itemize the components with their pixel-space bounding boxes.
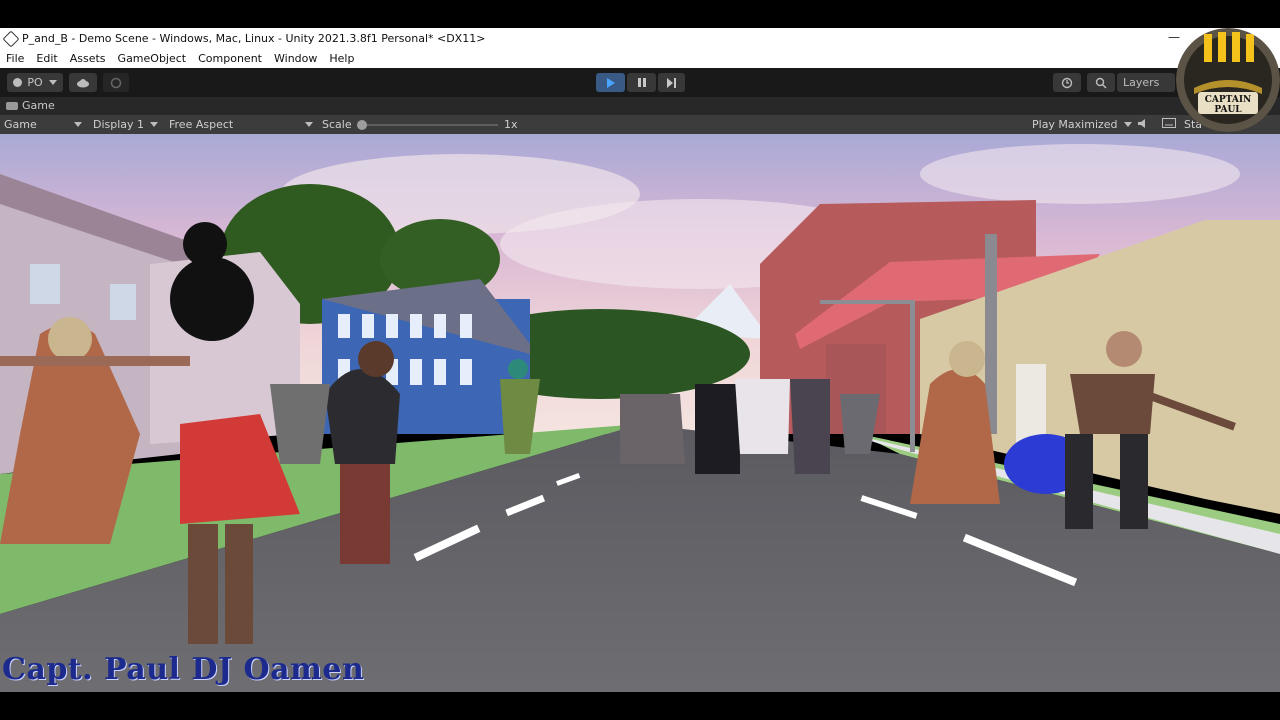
game-viewport[interactable]	[0, 134, 1280, 692]
play-mode-label: Play Maximized	[1032, 118, 1118, 131]
game-view-toolbar: Game Display 1 Free Aspect Scale 1x Play…	[0, 115, 1280, 134]
pause-button[interactable]	[627, 73, 656, 92]
aspect-label: Free Aspect	[169, 118, 234, 131]
chevron-down-icon	[74, 122, 82, 127]
layers-label: Layers	[1123, 76, 1160, 89]
account-icon	[13, 78, 23, 87]
menu-file[interactable]: File	[6, 52, 30, 65]
aspect-dropdown[interactable]: Free Aspect	[169, 118, 313, 131]
chevron-down-icon	[48, 80, 57, 85]
mute-audio-button[interactable]	[1137, 118, 1149, 129]
watermark-text: Capt. Paul DJ Oamen	[2, 652, 365, 687]
play-icon	[606, 77, 615, 88]
menu-edit[interactable]: Edit	[36, 52, 63, 65]
chevron-down-icon	[150, 122, 159, 127]
captain-paul-emblem: CAPTAIN PAUL	[1176, 28, 1280, 132]
step-button[interactable]	[658, 73, 685, 92]
view-mode-label: Game	[4, 118, 37, 131]
chevron-down-icon	[305, 122, 313, 127]
svg-text:CAPTAIN: CAPTAIN	[1205, 95, 1252, 105]
window-titlebar: P_and_B - Demo Scene - Windows, Mac, Lin…	[0, 28, 1280, 49]
letterbox-bottom	[0, 692, 1280, 720]
street-light-pole	[910, 302, 915, 452]
display-label: Display 1	[93, 118, 145, 131]
chevron-down-icon	[1123, 122, 1132, 127]
letterbox-top	[0, 0, 1280, 28]
cloud-button[interactable]	[69, 73, 97, 92]
history-icon	[1061, 77, 1073, 88]
play-button[interactable]	[596, 73, 625, 92]
speaker-icon	[1138, 119, 1145, 128]
minimize-button[interactable]: —	[1168, 30, 1180, 44]
character	[325, 369, 400, 464]
scale-slider-handle[interactable]	[357, 120, 367, 130]
main-toolbar: PO Layers	[0, 68, 1280, 97]
menu-help[interactable]: Help	[329, 52, 360, 65]
menu-window[interactable]: Window	[274, 52, 323, 65]
collab-button[interactable]	[103, 73, 129, 92]
scale-label: Scale	[322, 118, 352, 131]
play-mode-dropdown[interactable]: Play Maximized	[1032, 118, 1132, 131]
keyboard-icon	[1162, 118, 1176, 128]
captain-paul-logo: CAPTAIN PAUL	[1176, 28, 1280, 132]
search-button[interactable]	[1087, 73, 1115, 92]
account-label: PO	[27, 76, 43, 89]
layers-dropdown[interactable]: Layers	[1117, 73, 1175, 92]
menu-component[interactable]: Component	[198, 52, 268, 65]
menu-assets[interactable]: Assets	[70, 52, 112, 65]
window	[30, 264, 60, 304]
svg-text:PAUL: PAUL	[1214, 105, 1242, 115]
scale-slider-track[interactable]	[360, 124, 498, 126]
account-dropdown[interactable]: PO	[7, 73, 63, 92]
cloud-icon	[77, 78, 89, 87]
tab-game[interactable]: Game	[6, 99, 55, 112]
game-camera-icon	[6, 101, 18, 110]
keyboard-shortcuts-button[interactable]	[1162, 118, 1176, 128]
undo-history-button[interactable]	[1053, 73, 1081, 92]
tab-game-label: Game	[22, 99, 55, 112]
tab-row: Game	[0, 97, 1280, 115]
display-dropdown[interactable]: Display 1	[93, 118, 159, 131]
menu-bar: File Edit Assets GameObject Component Wi…	[0, 49, 1280, 68]
street-light-arm	[820, 300, 915, 304]
window-title: P_and_B - Demo Scene - Windows, Mac, Lin…	[22, 32, 486, 45]
window	[110, 284, 136, 320]
search-icon	[1095, 77, 1107, 89]
unity-logo-icon	[2, 30, 20, 47]
view-mode-dropdown[interactable]: Game	[4, 118, 82, 131]
step-icon	[667, 77, 676, 88]
scene-render	[0, 134, 1280, 692]
scale-value: 1x	[504, 118, 518, 131]
menu-gameobject[interactable]: GameObject	[118, 52, 193, 65]
pause-icon	[637, 78, 646, 87]
cloud	[920, 144, 1240, 204]
collab-icon	[110, 77, 122, 88]
